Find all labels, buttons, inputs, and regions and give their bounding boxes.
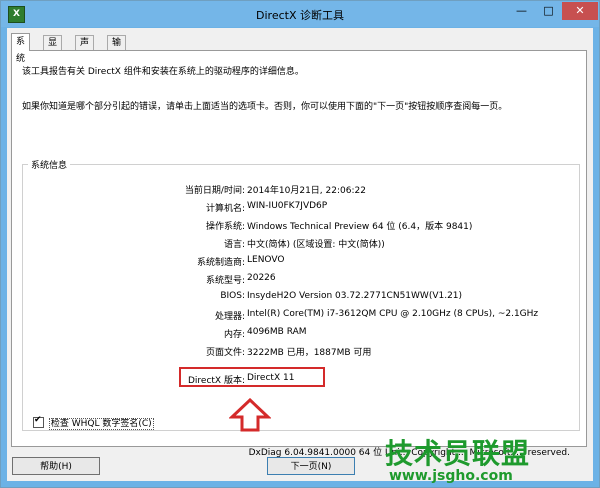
intro-text-1: 该工具报告有关 DirectX 组件和安装在系统上的驱动程序的详细信息。 <box>22 67 304 77</box>
info-value: InsydeH2O Version 03.72.2771CN51WW(V1.21… <box>247 291 463 301</box>
info-label: 系统型号: <box>205 276 245 286</box>
info-label: 操作系统: <box>205 222 245 232</box>
info-label: 内存: <box>223 330 245 340</box>
info-value: 3222MB 已用，1887MB 可用 <box>247 348 372 358</box>
watermark-logo-text: 技术员联盟 <box>385 437 531 470</box>
system-tab-panel: 该工具报告有关 DirectX 组件和安装在系统上的驱动程序的详细信息。 如果你… <box>11 50 587 458</box>
help-button[interactable]: 帮助(H) <box>12 457 100 475</box>
info-value: 20226 <box>247 273 276 283</box>
tab-sound[interactable]: 声音 <box>75 35 95 62</box>
title-bar[interactable]: X DirectX 诊断工具 — □ ✕ <box>1 1 599 27</box>
watermark-url: www.jsgho.com <box>389 468 513 484</box>
maximize-button[interactable]: □ <box>535 2 562 20</box>
info-label: BIOS: <box>220 291 245 301</box>
info-label: 计算机名: <box>205 204 245 214</box>
whql-checkbox-label[interactable]: 检查 WHQL 数字签名(C) <box>48 418 154 430</box>
tab-system[interactable]: 系统 <box>11 33 31 64</box>
system-info-group: 系统信息 当前日期/时间: 2014年10月21日, 22:06:22 计算机名… <box>22 158 580 432</box>
info-label: 系统制造商: <box>196 258 245 268</box>
directx-version-highlight-box <box>179 367 325 387</box>
whql-checkbox[interactable]: ✔ <box>33 415 44 428</box>
info-row-manufacturer: 系统制造商: LENOVO <box>23 255 579 269</box>
check-mark-icon: ✔ <box>34 415 42 425</box>
whql-check-option[interactable]: ✔ 检查 WHQL 数字签名(C) <box>33 415 154 430</box>
tab-display[interactable]: 显示 <box>43 35 63 62</box>
info-row-language: 语言: 中文(简体) (区域设置: 中文(简体)) <box>23 237 579 251</box>
info-value: 2014年10月21日, 22:06:22 <box>247 186 366 196</box>
tab-input[interactable]: 输入 <box>107 35 127 62</box>
info-row-datetime: 当前日期/时间: 2014年10月21日, 22:06:22 <box>23 183 579 197</box>
site-watermark: 技术员联盟 www.jsgho.com <box>385 432 595 486</box>
info-value: WIN-IU0FK7JVD6P <box>247 201 328 211</box>
info-row-page-file: 页面文件: 3222MB 已用，1887MB 可用 <box>23 345 579 359</box>
next-page-button[interactable]: 下一页(N) <box>267 457 355 475</box>
info-row-os: 操作系统: Windows Technical Preview 64 位 (6.… <box>23 219 579 233</box>
info-value: Intel(R) Core(TM) i7-3612QM CPU @ 2.10GH… <box>247 309 539 319</box>
info-label: 处理器: <box>214 312 245 322</box>
info-label: 当前日期/时间: <box>184 186 245 196</box>
info-value: Windows Technical Preview 64 位 (6.4，版本 9… <box>247 222 473 232</box>
client-area: 系统 显示 声音 输入 该工具报告有关 DirectX 组件和安装在系统上的驱动… <box>7 28 593 484</box>
minimize-button[interactable]: — <box>508 2 535 20</box>
info-value: 中文(简体) (区域设置: 中文(简体)) <box>247 240 385 250</box>
info-row-processor: 处理器: Intel(R) Core(TM) i7-3612QM CPU @ 2… <box>23 309 579 323</box>
info-row-model: 系统型号: 20226 <box>23 273 579 287</box>
info-row-memory: 内存: 4096MB RAM <box>23 327 579 341</box>
info-value: 4096MB RAM <box>247 327 307 337</box>
up-arrow-icon <box>229 398 271 432</box>
dxdiag-window: X DirectX 诊断工具 — □ ✕ 系统 显示 声音 输入 该工具报告有关… <box>0 0 600 488</box>
close-button[interactable]: ✕ <box>562 2 598 20</box>
info-label: 语言: <box>223 240 245 250</box>
info-row-bios: BIOS: InsydeH2O Version 03.72.2771CN51WW… <box>23 291 579 305</box>
system-info-legend: 系统信息 <box>28 158 71 171</box>
info-label: 页面文件: <box>205 348 245 358</box>
info-value: LENOVO <box>247 255 285 265</box>
info-row-computer-name: 计算机名: WIN-IU0FK7JVD6P <box>23 201 579 215</box>
intro-text-2: 如果你知道是哪个部分引起的错误，请单击上面适当的选项卡。否则，你可以使用下面的"… <box>22 102 508 112</box>
